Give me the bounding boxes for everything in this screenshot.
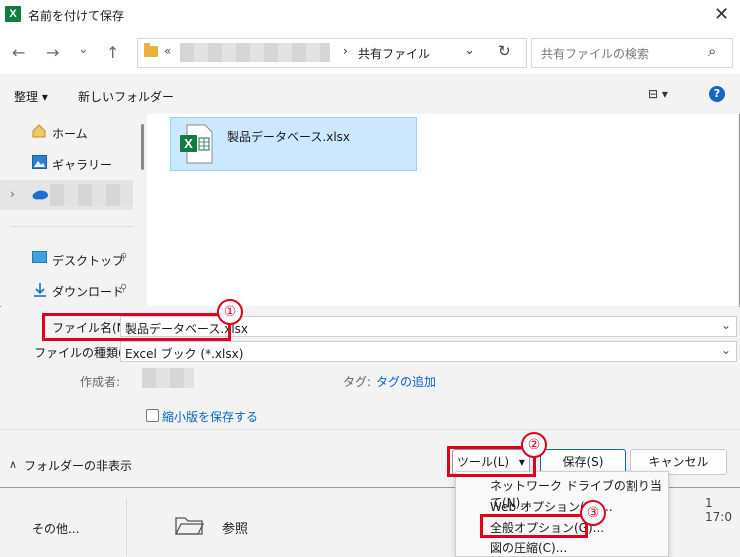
gallery-icon [32, 155, 47, 172]
chevron-up-icon[interactable]: ∧ [9, 458, 17, 471]
file-name: 製品データベース.xlsx [227, 130, 351, 144]
onedrive-icon [32, 189, 48, 203]
dialog-title: 名前を付けて保存 [28, 9, 125, 23]
close-icon[interactable]: ✕ [714, 4, 729, 25]
filetype-select[interactable]: Excel ブック (*.xlsx) ⌄ [120, 341, 737, 362]
desktop-icon [32, 251, 47, 267]
browse-label[interactable]: 参照 [222, 518, 248, 537]
time-text: 1 17:0 [705, 496, 732, 524]
sidebar-item-home[interactable]: ホーム [52, 125, 88, 142]
folder-icon [144, 43, 158, 57]
annotation-box-filename [42, 313, 231, 341]
breadcrumb-current[interactable]: 共有ファイル [358, 45, 430, 62]
breadcrumb-chevron-icon: › [343, 44, 348, 58]
folder-open-icon [174, 514, 205, 539]
title-bar: X 名前を付けて保存 ✕ [0, 0, 740, 30]
organize-menu[interactable]: 整理 ▾ [14, 88, 48, 105]
tags-label: タグ: [343, 375, 372, 389]
refresh-icon[interactable]: ↻ [498, 42, 511, 60]
new-folder-button[interactable]: 新しいフォルダー [78, 88, 174, 105]
search-icon[interactable]: ⌕ [708, 42, 716, 60]
download-icon [33, 282, 47, 300]
sidebar-item-onedrive[interactable]: › [0, 180, 133, 210]
other-label[interactable]: その他... [32, 520, 79, 537]
forward-arrow-icon[interactable]: → [46, 43, 59, 62]
hide-folders-button[interactable]: フォルダーの非表示 [24, 457, 132, 474]
redacted-path [180, 43, 330, 62]
navigation-pane: ホーム ギャラリー › デスクトップ ⚲ ダウンロード ⚲ [0, 114, 146, 306]
sidebar-item-gallery[interactable]: ギャラリー [52, 156, 112, 173]
redacted-author[interactable] [142, 368, 194, 388]
expand-chevron-icon[interactable]: › [10, 187, 15, 201]
pin-icon[interactable]: ⚲ [120, 283, 127, 294]
address-dropdown-icon[interactable]: ⌄ [464, 43, 475, 58]
divider [10, 226, 134, 227]
file-list: X 製品データベース.xlsx [147, 114, 738, 306]
annotation-box-general-options [480, 514, 588, 538]
sidebar-item-desktop[interactable]: デスクトップ [52, 252, 124, 269]
home-icon [32, 124, 46, 141]
breadcrumb-prefix[interactable]: « [164, 44, 171, 58]
divider [126, 498, 127, 556]
step-badge-3: ③ [580, 500, 606, 526]
search-box[interactable]: 共有ファイルの検索 ⌕ [531, 38, 733, 68]
file-item[interactable]: X 製品データベース.xlsx [170, 117, 417, 171]
add-tag-link[interactable]: タグの追加 [376, 373, 436, 390]
excel-file-icon: X [179, 124, 213, 164]
author-label: 作成者: [80, 375, 121, 389]
step-badge-1: ① [217, 299, 243, 325]
excel-app-icon: X [5, 6, 21, 22]
redacted-account [50, 184, 132, 206]
divider [0, 429, 740, 430]
pin-icon[interactable]: ⚲ [120, 252, 127, 263]
menu-item-compress-pictures[interactable]: 図の圧縮(C)... [490, 539, 567, 556]
sidebar-item-downloads[interactable]: ダウンロード [52, 283, 124, 300]
back-arrow-icon[interactable]: ← [12, 43, 25, 62]
recent-dropdown-icon[interactable]: ⌄ [78, 42, 89, 57]
chevron-down-icon[interactable]: ⌄ [721, 318, 731, 332]
chevron-down-icon[interactable]: ⌄ [721, 343, 731, 357]
address-bar[interactable]: « › 共有ファイル ⌄ ↻ [137, 38, 527, 68]
search-placeholder[interactable]: 共有ファイルの検索 [541, 45, 649, 62]
up-arrow-icon[interactable]: ↑ [106, 43, 119, 62]
svg-text:X: X [184, 136, 193, 151]
thumbnail-label[interactable]: 縮小版を保存する [162, 408, 258, 425]
view-options-icon[interactable]: ⊟ ▾ [648, 87, 668, 101]
step-badge-2: ② [521, 432, 547, 458]
help-icon[interactable]: ? [709, 86, 725, 102]
command-bar: 整理 ▾ 新しいフォルダー ⊟ ▾ ? [0, 74, 740, 114]
navigation-bar: ← → ⌄ ↑ « › 共有ファイル ⌄ ↻ 共有ファイルの検索 ⌕ [0, 30, 740, 74]
filetype-value[interactable]: Excel ブック (*.xlsx) [125, 345, 243, 362]
sidebar-scrollbar[interactable] [141, 124, 144, 170]
thumbnail-checkbox[interactable] [146, 409, 159, 422]
